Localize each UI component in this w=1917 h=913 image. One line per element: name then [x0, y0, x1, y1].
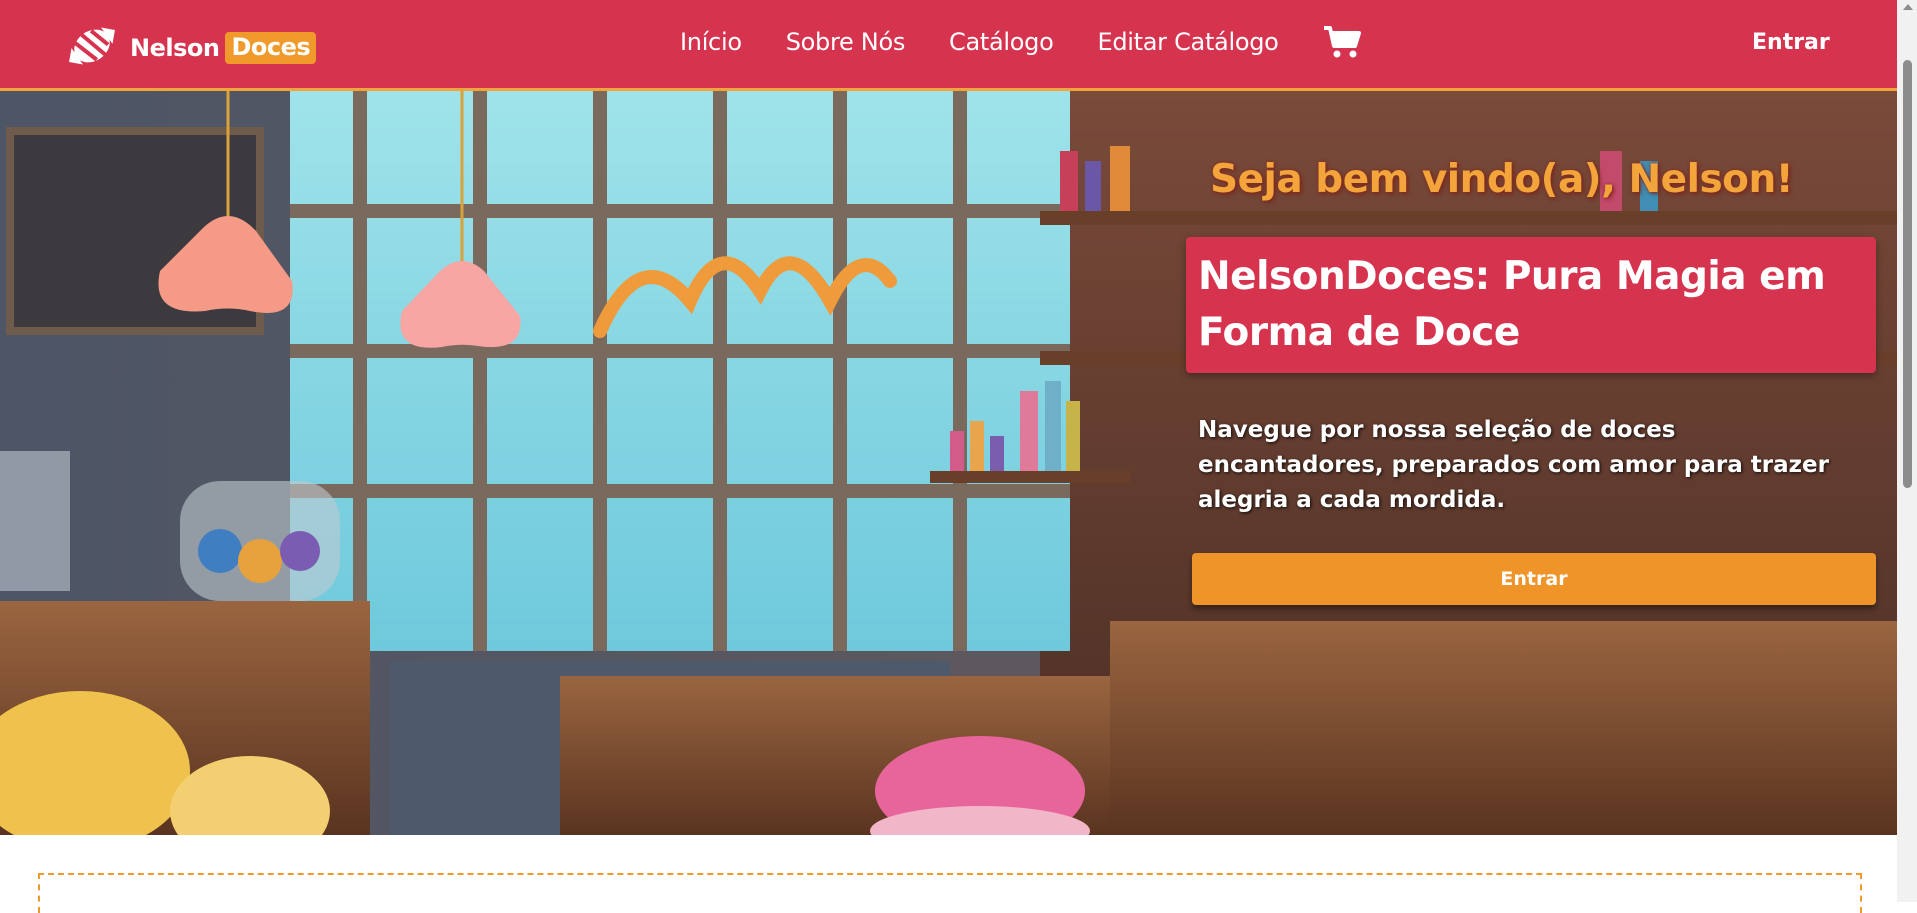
headline-card: NelsonDoces: Pura Magia em Forma de Doce: [1186, 237, 1876, 373]
login-link[interactable]: Entrar: [1752, 30, 1830, 55]
cart-icon[interactable]: [1322, 24, 1362, 60]
hero-description: Navegue por nossa seleção de doces encan…: [1198, 417, 1829, 513]
candy-icon: [60, 14, 124, 82]
brand-tag: Doces: [225, 32, 317, 64]
brand-logo-link[interactable]: Nelson Doces: [60, 14, 317, 82]
scroll-up-arrow-icon[interactable]: [1903, 4, 1913, 10]
nav-link-catalogo[interactable]: Catálogo: [949, 28, 1054, 56]
hero-headline: NelsonDoces: Pura Magia em Forma de Doce: [1198, 254, 1826, 355]
hero-banner: Seja bem vindo(a), Nelson! NelsonDoces: …: [0, 91, 1897, 835]
nav-link-sobre-nos[interactable]: Sobre Nós: [786, 28, 906, 56]
nav-link-inicio[interactable]: Início: [680, 28, 742, 56]
nav-link-editar-catalogo[interactable]: Editar Catálogo: [1098, 28, 1279, 56]
content-section: [38, 873, 1862, 913]
brand-name: Nelson: [130, 34, 220, 62]
hero-login-button[interactable]: Entrar: [1192, 553, 1876, 605]
main-nav: Início Sobre Nós Catálogo Editar Catálog…: [680, 28, 1279, 56]
welcome-message: Seja bem vindo(a), Nelson!: [1210, 157, 1794, 202]
top-navbar: Nelson Doces Início Sobre Nós Catálogo E…: [0, 0, 1897, 91]
scrollbar-thumb[interactable]: [1903, 60, 1912, 488]
